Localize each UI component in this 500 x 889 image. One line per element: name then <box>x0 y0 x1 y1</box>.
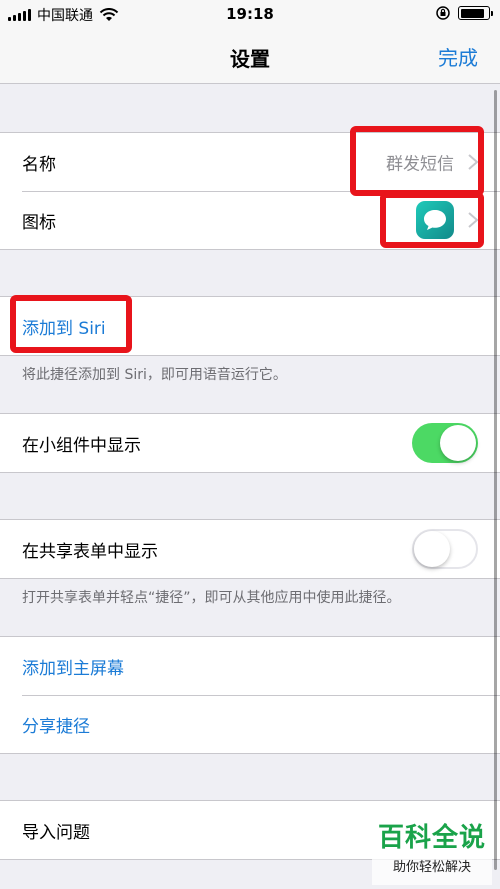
import-questions-label: 导入问题 <box>22 822 90 843</box>
share-sheet-row: 在共享表单中显示 <box>0 520 500 578</box>
battery-icon <box>458 6 493 20</box>
widget-section: 在小组件中显示 <box>0 413 500 473</box>
status-bar: 中国联通 19:18 <box>0 0 500 30</box>
name-icon-section: 名称 群发短信 图标 <box>0 132 500 250</box>
widget-label: 在小组件中显示 <box>22 435 141 456</box>
chevron-right-icon <box>468 154 479 170</box>
share-sheet-section: 在共享表单中显示 <box>0 519 500 579</box>
watermark-subtitle: 助你轻松解决 <box>392 860 471 875</box>
icon-label: 图标 <box>22 212 56 233</box>
siri-note: 将此捷径添加到 Siri，即可用语音运行它。 <box>22 367 287 383</box>
share-sheet-note: 打开共享表单并轻点“捷径”，即可从其他应用中使用此捷径。 <box>22 590 401 606</box>
share-sheet-toggle[interactable] <box>412 529 478 569</box>
toggle-knob <box>440 425 476 461</box>
done-button[interactable]: 完成 <box>438 42 478 71</box>
navigation-bar: 设置 完成 <box>0 30 500 84</box>
name-label: 名称 <box>22 154 56 175</box>
status-time: 19:18 <box>226 5 274 23</box>
watermark-logo: 百科全说 助你轻松解决 <box>372 815 492 885</box>
scrollbar[interactable] <box>494 90 497 870</box>
icon-row[interactable]: 图标 <box>0 191 500 249</box>
widget-toggle[interactable] <box>412 423 478 463</box>
add-to-siri-button[interactable]: 添加到 Siri <box>0 297 500 355</box>
name-row[interactable]: 名称 群发短信 <box>0 133 500 191</box>
name-value: 群发短信 <box>386 154 454 175</box>
add-to-home-screen-button[interactable]: 添加到主屏幕 <box>0 637 500 695</box>
toggle-knob <box>414 531 450 567</box>
message-bubble-icon <box>416 201 454 239</box>
share-sheet-label: 在共享表单中显示 <box>22 541 158 562</box>
share-shortcut-button[interactable]: 分享捷径 <box>0 695 500 753</box>
widget-row: 在小组件中显示 <box>0 414 500 472</box>
actions-section: 添加到主屏幕 分享捷径 <box>0 636 500 754</box>
watermark-title: 百科全说 <box>377 823 486 853</box>
siri-section: 添加到 Siri <box>0 296 500 356</box>
status-right <box>436 6 493 20</box>
orientation-lock-icon <box>436 6 450 20</box>
chevron-right-icon <box>468 212 479 228</box>
page-title: 设置 <box>230 47 270 71</box>
